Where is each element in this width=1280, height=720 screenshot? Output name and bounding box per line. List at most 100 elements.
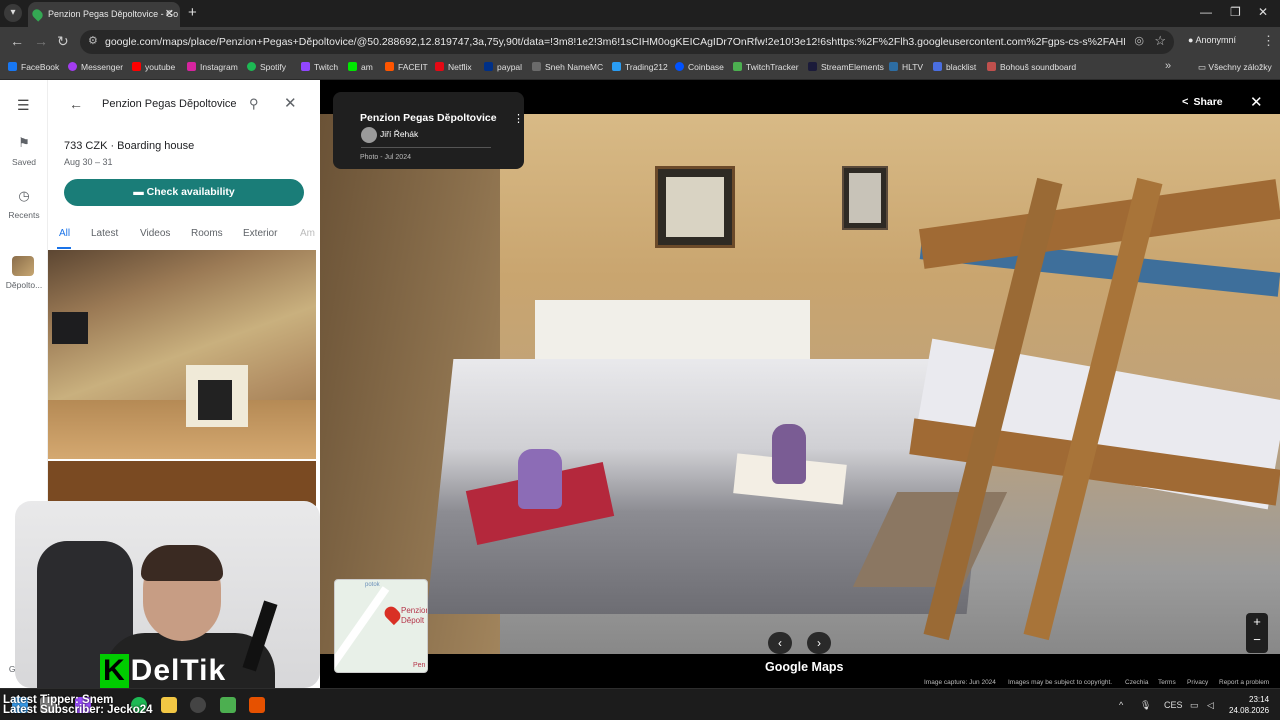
next-photo-button[interactable]: › <box>807 632 831 654</box>
clear-search-icon[interactable]: ✕ <box>284 94 297 112</box>
stay-dates[interactable]: Aug 30 – 31 <box>64 157 113 167</box>
previous-photo-button[interactable]: ‹ <box>768 632 792 654</box>
bookmark-facebook[interactable]: FaceBook <box>8 62 59 72</box>
saved-button[interactable]: ⚑ Saved <box>0 135 48 167</box>
new-tab-button[interactable]: + <box>188 4 197 21</box>
bookmark-coinbase[interactable]: Coinbase <box>675 62 724 72</box>
incognito-profile[interactable]: ● Anonymní <box>1188 35 1236 45</box>
history-icon: ◷ <box>18 188 30 203</box>
photo-tv <box>52 312 88 344</box>
terms-link[interactable]: Terms <box>1158 679 1176 686</box>
tab-amenities[interactable]: Am <box>300 228 315 239</box>
minimap-road <box>335 586 390 668</box>
bookmark-faceit[interactable]: FACEIT <box>385 62 428 72</box>
bookmark-namemc[interactable]: Sneh NameMC <box>532 62 603 72</box>
photo-author[interactable]: Jiří Řehák <box>380 129 418 139</box>
bookmark-trading212[interactable]: Trading212 <box>612 62 668 72</box>
forward-icon[interactable]: → <box>34 33 48 49</box>
recent-place-thumbnail[interactable] <box>12 256 34 276</box>
close-window-icon[interactable]: ✕ <box>1258 5 1268 19</box>
recents-button[interactable]: ◷ Recents <box>0 188 48 220</box>
bookmark-messenger[interactable]: Messenger <box>68 62 123 72</box>
zoom-in-button[interactable]: + <box>1246 614 1268 629</box>
horse-painting <box>655 166 735 248</box>
search-input[interactable]: Penzion Pegas Dĕpoltovice <box>102 98 237 110</box>
gallery-photo-room[interactable] <box>48 250 316 459</box>
tab-latest[interactable]: Latest <box>91 228 118 239</box>
namemc-icon <box>532 62 541 71</box>
reload-icon[interactable]: ↻ <box>57 33 69 50</box>
tray-overflow-icon[interactable]: ^ <box>1119 700 1123 710</box>
spotify-icon <box>247 62 256 71</box>
bookmark-youtube[interactable]: youtube <box>132 62 175 72</box>
author-avatar[interactable] <box>361 127 377 143</box>
address-bar[interactable]: ⚙ google.com/maps/place/Penzion+Pegas+Dĕ… <box>80 30 1174 54</box>
clock-date: 24.08.2026 <box>1229 706 1270 715</box>
url-text: google.com/maps/place/Penzion+Pegas+Dĕpo… <box>105 36 1125 48</box>
brave-icon[interactable] <box>249 697 265 713</box>
bookmark-label: Spotify <box>260 62 286 72</box>
check-availability-label: Check availability <box>146 186 235 198</box>
clock[interactable]: 23:14 24.08.2026 <box>1229 694 1269 716</box>
bookmark-soundboard[interactable]: Bohouš soundboard <box>987 62 1076 72</box>
menu-icon[interactable]: ☰ <box>17 97 30 114</box>
horse-portrait <box>842 166 888 230</box>
report-problem-link[interactable]: Report a problem <box>1219 679 1269 686</box>
site-info-icon[interactable]: ⚙ <box>88 34 98 47</box>
tab-exterior[interactable]: Exterior <box>243 228 277 239</box>
minimap[interactable]: potok Penzion Dĕpolt Pen <box>334 579 428 673</box>
bookmark-instagram[interactable]: Instagram <box>187 62 238 72</box>
bookmark-am[interactable]: am <box>348 62 373 72</box>
tab-rooms[interactable]: Rooms <box>191 228 223 239</box>
app-icon[interactable] <box>220 697 236 713</box>
network-icon[interactable]: ▭ <box>1190 700 1199 711</box>
language-indicator[interactable]: CES <box>1164 700 1183 710</box>
bookmark-label: paypal <box>497 62 523 72</box>
volume-icon[interactable]: ◁ <box>1207 700 1214 711</box>
bookmark-star-icon[interactable]: ☆ <box>1154 33 1166 49</box>
tab-all[interactable]: All <box>59 228 70 239</box>
privacy-link[interactable]: Privacy <box>1187 679 1208 686</box>
all-bookmarks-label: Všechny záložky <box>1208 62 1272 72</box>
tab-videos[interactable]: Videos <box>140 228 170 239</box>
room-photo[interactable] <box>320 114 1280 654</box>
bookmark-twitchtracker[interactable]: TwitchTracker <box>733 62 799 72</box>
bookmark-spotify[interactable]: Spotify <box>247 62 286 72</box>
recents-label: Recents <box>8 210 40 220</box>
bookmark-hltv[interactable]: HLTV <box>889 62 923 72</box>
more-options-icon[interactable]: ⋮ <box>513 112 524 125</box>
bookmark-twitch[interactable]: Twitch <box>301 62 338 72</box>
browser-tab-bar: ▾ Penzion Pegas Děpoltovice - Go ✕ + — ❐… <box>0 0 1280 27</box>
share-icon: < <box>1182 96 1189 108</box>
bookmark-label: Netflix <box>448 62 472 72</box>
browser-tab[interactable]: Penzion Pegas Děpoltovice - Go ✕ <box>28 2 180 27</box>
bookmark-paypal[interactable]: paypal <box>484 62 522 72</box>
microphone-icon[interactable]: 🎙 <box>1140 700 1151 711</box>
bookmark-streamelements[interactable]: StreamElements <box>808 62 884 72</box>
instagram-icon <box>187 62 196 71</box>
bookmark-netflix[interactable]: Netflix <box>435 62 472 72</box>
all-bookmarks-folder[interactable]: ▭ Všechny záložky <box>1198 62 1272 73</box>
more-bookmarks-icon[interactable]: » <box>1165 60 1171 72</box>
close-tab-icon[interactable]: ✕ <box>165 2 174 27</box>
back-arrow-icon[interactable]: ← <box>69 96 83 112</box>
zoom-out-button[interactable]: − <box>1246 632 1268 647</box>
minimize-icon[interactable]: — <box>1200 5 1212 19</box>
minimap-place-label: Penzion Dĕpolt <box>401 606 428 625</box>
tracking-protection-icon[interactable]: ◎ <box>1134 34 1144 47</box>
check-availability-button[interactable]: ▬ Check availability <box>64 179 304 206</box>
search-icon[interactable]: ⚲ <box>249 96 259 112</box>
browser-menu-icon[interactable]: ⋮ <box>1262 33 1275 49</box>
bookmark-label: Messenger <box>81 62 124 72</box>
bookmark-blacklist[interactable]: blacklist <box>933 62 976 72</box>
file-explorer-icon[interactable] <box>161 697 177 713</box>
close-viewer-icon[interactable]: ✕ <box>1250 93 1263 111</box>
place-name[interactable]: Penzion Pegas Dĕpoltovice <box>360 112 510 124</box>
maximize-icon[interactable]: ❐ <box>1230 5 1241 19</box>
back-icon[interactable]: ← <box>10 33 24 49</box>
gallery-photo-table[interactable] <box>48 461 316 506</box>
obs-icon[interactable] <box>190 697 206 713</box>
tab-search-button[interactable]: ▾ <box>4 4 22 22</box>
share-button[interactable]: < Share <box>1182 96 1223 108</box>
photo-viewer: Penzion Pegas Dĕpoltovice ⋮ Jiří Řehák P… <box>320 80 1280 688</box>
